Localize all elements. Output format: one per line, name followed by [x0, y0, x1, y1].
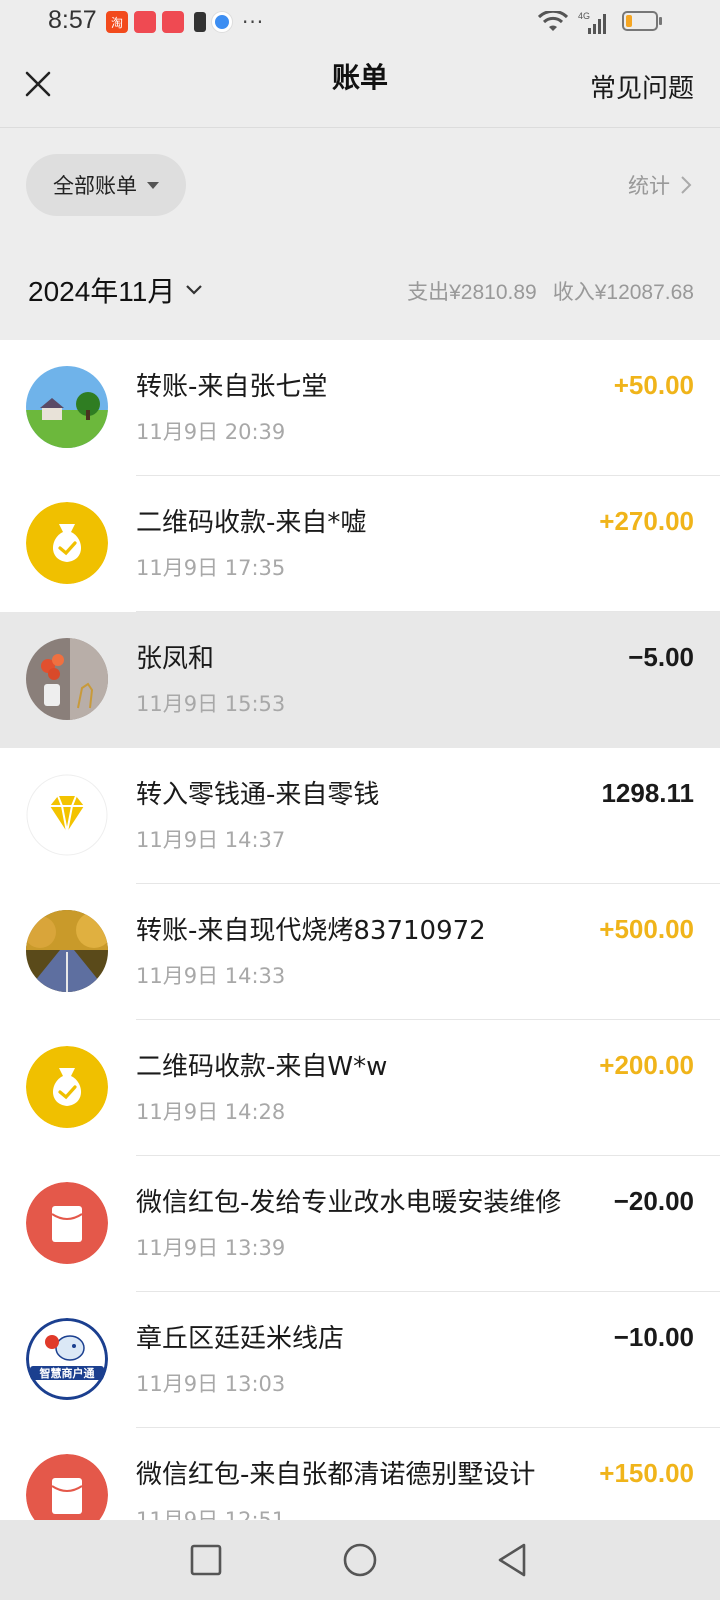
- month-summary: 支出¥2810.89 收入¥12087.68: [407, 276, 694, 306]
- month-income-total: 收入¥12087.68: [552, 281, 694, 304]
- bill-amount: +200.00: [599, 1050, 694, 1080]
- bill-title: 章丘区廷廷米线店: [136, 1324, 345, 1354]
- bill-row[interactable]: 微信红包-来自张都清诺德别墅设计 11月9日 12:51 +150.00: [0, 1428, 720, 1520]
- month-selector-label: 2024年11月: [28, 276, 176, 307]
- faq-link[interactable]: 常见问题: [590, 68, 694, 105]
- landscape-house-avatar: [26, 366, 108, 448]
- browser-icon: [212, 12, 232, 32]
- bill-title: 转账-来自张七堂: [136, 372, 328, 402]
- bill-title: 二维码收款-来自W*w: [136, 1052, 388, 1082]
- bill-time: 11月9日 17:35: [136, 556, 286, 580]
- bill-row[interactable]: 转账-来自现代烧烤83710972 11月9日 14:33 +500.00: [0, 884, 720, 1020]
- bill-time: 11月9日 13:39: [136, 1236, 286, 1260]
- bill-row[interactable]: 智慧商户通 章丘区廷廷米线店 11月9日 13:03 −10.00: [0, 1292, 720, 1428]
- bill-time: 11月9日 12:51: [136, 1508, 286, 1520]
- bill-title: 二维码收款-来自*嘘: [136, 508, 367, 538]
- bill-list: 转账-来自张七堂 11月9日 20:39 +50.00 二维码收款-来自*嘘 1…: [0, 340, 720, 1520]
- home-icon[interactable]: [342, 1542, 378, 1578]
- bill-title: 转账-来自现代烧烤83710972: [136, 916, 486, 946]
- notification-icon: [194, 12, 206, 32]
- bill-type-filter[interactable]: 全部账单: [26, 154, 186, 216]
- bill-row[interactable]: 微信红包-发给专业改水电暖安装维修 11月9日 13:39 −20.00: [0, 1156, 720, 1292]
- status-indicators: 4G: [538, 10, 608, 34]
- status-time: 8:57: [48, 6, 97, 34]
- month-header: 2024年11月 支出¥2810.89 收入¥12087.68: [0, 244, 720, 340]
- taobao-icon: 淘: [106, 11, 128, 33]
- bill-row[interactable]: 二维码收款-来自*嘘 11月9日 17:35 +270.00: [0, 476, 720, 612]
- money-bag-icon: [26, 502, 108, 584]
- bill-row[interactable]: 张凤和 11月9日 15:53 −5.00: [0, 612, 720, 748]
- bill-amount: −10.00: [613, 1322, 694, 1352]
- bill-time: 11月9日 15:53: [136, 692, 286, 716]
- bill-amount: 1298.11: [601, 778, 694, 808]
- bill-title: 张凤和: [136, 644, 215, 674]
- bill-row[interactable]: 转入零钱通-来自零钱 11月9日 14:37 1298.11: [0, 748, 720, 884]
- cellular-signal-icon: 4G: [578, 11, 606, 34]
- chevron-right-icon: [681, 176, 692, 194]
- bill-time: 11月9日 14:37: [136, 828, 286, 852]
- status-app-icons: 淘 ···: [106, 10, 264, 34]
- flower-vase-avatar: [26, 638, 108, 720]
- battery-level: [626, 15, 632, 27]
- bill-row[interactable]: 二维码收款-来自W*w 11月9日 14:28 +200.00: [0, 1020, 720, 1156]
- bill-time: 11月9日 20:39: [136, 420, 286, 444]
- bill-amount: −20.00: [613, 1186, 694, 1216]
- network-type-label: 4G: [578, 11, 590, 21]
- diamond-icon: [26, 774, 108, 856]
- bill-row[interactable]: 转账-来自张七堂 11月9日 20:39 +50.00: [0, 340, 720, 476]
- status-bar: 8:57 淘 ··· 4G: [0, 0, 720, 44]
- stats-link[interactable]: 统计: [628, 170, 692, 200]
- bill-time: 11月9日 14:33: [136, 964, 286, 988]
- bill-amount: −5.00: [628, 642, 694, 672]
- caret-down-icon: [147, 181, 159, 189]
- red-packet-icon: [26, 1454, 108, 1520]
- stats-link-label: 统计: [628, 174, 670, 198]
- bill-title: 转入零钱通-来自零钱: [136, 780, 380, 810]
- back-icon[interactable]: [494, 1542, 530, 1578]
- app-red-icon: [134, 11, 156, 33]
- filter-row: 全部账单 统计: [0, 128, 720, 244]
- bill-amount: +50.00: [613, 370, 694, 400]
- money-bag-icon: [26, 1046, 108, 1128]
- bill-amount: +150.00: [599, 1458, 694, 1488]
- bill-title: 微信红包-发给专业改水电暖安装维修: [136, 1188, 562, 1218]
- bill-time: 11月9日 13:03: [136, 1372, 286, 1396]
- bill-title: 微信红包-来自张都清诺德别墅设计: [136, 1460, 536, 1490]
- merchant-logo-text: 智慧商户通: [40, 1366, 95, 1380]
- autumn-road-avatar: [26, 910, 108, 992]
- chevron-down-icon: [186, 285, 203, 295]
- merchant-logo-avatar: 智慧商户通: [26, 1318, 108, 1400]
- more-notifications-icon: ···: [242, 10, 265, 34]
- bill-time: 11月9日 14:28: [136, 1100, 286, 1124]
- red-packet-icon: [26, 1182, 108, 1264]
- wifi-icon: [538, 11, 568, 31]
- system-navigation-bar: [0, 1520, 720, 1600]
- nav-bar: 账单 常见问题: [0, 44, 720, 128]
- bill-amount: +500.00: [599, 914, 694, 944]
- month-expense-total: 支出¥2810.89: [407, 281, 537, 304]
- bill-amount: +270.00: [599, 506, 694, 536]
- app-red-icon: [162, 11, 184, 33]
- recent-apps-icon[interactable]: [188, 1542, 224, 1578]
- bill-type-filter-label: 全部账单: [53, 174, 137, 198]
- month-selector[interactable]: 2024年11月: [28, 270, 203, 310]
- battery-icon: [622, 11, 662, 31]
